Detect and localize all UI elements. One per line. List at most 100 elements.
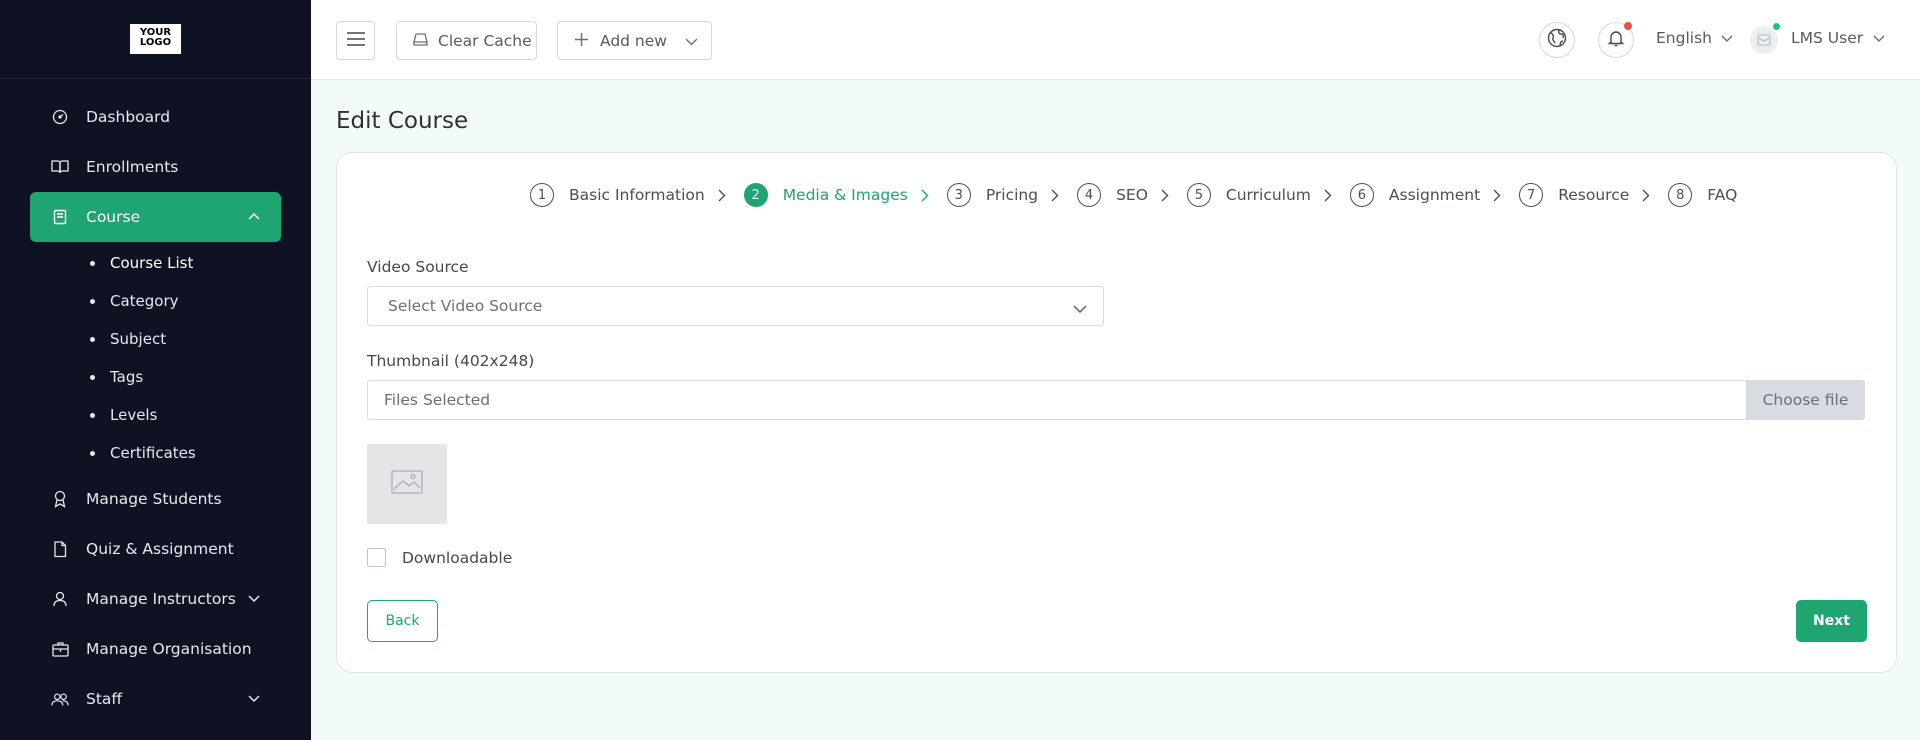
sidebar-item-course[interactable]: Course: [30, 192, 281, 242]
sidebar-item-quiz-assignment[interactable]: Quiz & Assignment: [0, 524, 311, 574]
user-menu[interactable]: LMS User: [1750, 23, 1885, 54]
step-label: Media & Images: [782, 186, 908, 204]
step-label: FAQ: [1707, 186, 1738, 204]
sidebar-item-enrollments[interactable]: Enrollments: [0, 142, 311, 192]
submenu-item-levels[interactable]: Levels: [0, 396, 311, 434]
language-selector[interactable]: English: [1656, 29, 1733, 47]
sidebar-item-manage-organisation[interactable]: Manage Organisation: [0, 624, 311, 674]
sidebar-item-dashboard[interactable]: Dashboard: [0, 92, 311, 142]
sidebar-item-label: Manage Organisation: [86, 640, 252, 658]
edit-course-card: 1 Basic Information 2 Media & Images 3 P…: [336, 152, 1897, 673]
thumbnail-preview: [367, 444, 447, 524]
logo[interactable]: YOUR LOGO: [130, 24, 181, 54]
step-number: 2: [743, 183, 768, 207]
sidebar-item-label: Course: [86, 208, 141, 226]
eraser-icon: [413, 32, 428, 50]
book-icon: [51, 208, 69, 226]
chevron-right-icon: [1324, 189, 1332, 202]
sidebar-item-label: Manage Instructors: [86, 590, 236, 608]
globe-icon: [1547, 28, 1567, 52]
chevron-right-icon: [1493, 189, 1501, 202]
step-label: Assignment: [1388, 186, 1481, 204]
page-title: Edit Course: [336, 108, 469, 134]
topbar: Clear Cache Add new English LMS User: [311, 0, 1920, 80]
clear-cache-button[interactable]: Clear Cache: [396, 21, 537, 60]
chevron-right-icon: [1161, 189, 1169, 202]
user-name: LMS User: [1791, 28, 1864, 47]
building-icon: [51, 640, 69, 658]
step-pricing[interactable]: 3 Pricing: [946, 183, 1039, 207]
step-number: 3: [946, 183, 971, 207]
submenu-item-label: Course List: [110, 254, 194, 272]
chevron-down-icon: [1073, 300, 1087, 318]
step-media-images[interactable]: 2 Media & Images: [743, 183, 908, 207]
step-curriculum[interactable]: 5 Curriculum: [1186, 183, 1311, 207]
course-submenu: Course List Category Subject Tags Levels…: [0, 242, 311, 474]
menu-toggle-button[interactable]: [336, 21, 375, 60]
step-resource[interactable]: 7 Resource: [1519, 183, 1629, 207]
avatar: [1750, 23, 1780, 54]
submenu-item-subject[interactable]: Subject: [0, 320, 311, 358]
step-number: 1: [530, 183, 554, 207]
sidebar-item-label: Dashboard: [86, 108, 171, 126]
award-icon: [51, 490, 69, 508]
add-new-button[interactable]: Add new: [557, 21, 712, 60]
sidebar-item-manage-students[interactable]: Manage Students: [0, 474, 311, 524]
chevron-up-icon: [247, 209, 261, 227]
chevron-right-icon: [1051, 189, 1059, 202]
sidebar-item-label: Staff: [86, 690, 123, 708]
sidebar-item-staff[interactable]: Staff: [0, 674, 311, 724]
online-status-dot: [1773, 23, 1780, 30]
add-new-label: Add new: [600, 31, 667, 50]
step-faq[interactable]: 8 FAQ: [1668, 183, 1737, 207]
video-source-placeholder: Select Video Source: [388, 297, 543, 315]
chevron-down-icon: [685, 32, 698, 50]
speedometer-icon: [51, 108, 69, 126]
step-number: 7: [1519, 183, 1544, 207]
step-seo[interactable]: 4 SEO: [1077, 183, 1148, 207]
step-basic-information[interactable]: 1 Basic Information: [530, 183, 705, 207]
users-icon: [51, 690, 69, 708]
downloadable-row: Downloadable: [367, 548, 512, 567]
chevron-right-icon: [1642, 189, 1650, 202]
chevron-right-icon: [718, 189, 726, 202]
video-source-select[interactable]: Select Video Source: [367, 286, 1104, 326]
submenu-item-label: Tags: [110, 368, 144, 386]
step-number: 5: [1186, 183, 1211, 207]
submenu-item-category[interactable]: Category: [0, 282, 311, 320]
notifications-button[interactable]: [1598, 22, 1634, 58]
chevron-down-icon: [1721, 29, 1733, 47]
logo-container: YOUR LOGO: [0, 0, 311, 79]
thumbnail-file-input[interactable]: Files Selected Choose file: [367, 380, 1865, 420]
step-number: 6: [1349, 183, 1374, 207]
submenu-item-certificates[interactable]: Certificates: [0, 434, 311, 472]
course-stepper: 1 Basic Information 2 Media & Images 3 P…: [530, 183, 1737, 207]
chevron-down-icon: [247, 691, 261, 709]
hamburger-icon: [346, 31, 365, 50]
choose-file-button[interactable]: Choose file: [1746, 381, 1864, 419]
thumbnail-label: Thumbnail (402x248): [367, 352, 535, 370]
video-source-label: Video Source: [367, 258, 469, 276]
notification-dot: [1624, 22, 1632, 30]
submenu-item-tags[interactable]: Tags: [0, 358, 311, 396]
language-label: English: [1656, 29, 1712, 47]
sidebar-item-manage-instructors[interactable]: Manage Instructors: [0, 574, 311, 624]
submenu-item-label: Certificates: [110, 444, 196, 462]
sidebar-nav: Dashboard Enrollments Course Course List…: [0, 79, 311, 724]
user-icon: [51, 590, 69, 608]
file-icon: [51, 540, 69, 558]
sidebar-item-label: Enrollments: [86, 158, 179, 176]
step-label: SEO: [1116, 186, 1148, 204]
downloadable-label[interactable]: Downloadable: [402, 549, 512, 567]
step-label: Basic Information: [569, 186, 705, 204]
submenu-item-label: Category: [110, 292, 179, 310]
step-label: Pricing: [985, 186, 1039, 204]
file-placeholder: Files Selected: [384, 391, 491, 409]
sidebar-item-label: Manage Students: [86, 490, 222, 508]
submenu-item-course-list[interactable]: Course List: [0, 244, 311, 282]
website-globe-button[interactable]: [1539, 22, 1575, 58]
next-button[interactable]: Next: [1796, 600, 1867, 642]
downloadable-checkbox[interactable]: [367, 548, 386, 567]
back-button[interactable]: Back: [367, 600, 438, 642]
step-assignment[interactable]: 6 Assignment: [1349, 183, 1481, 207]
